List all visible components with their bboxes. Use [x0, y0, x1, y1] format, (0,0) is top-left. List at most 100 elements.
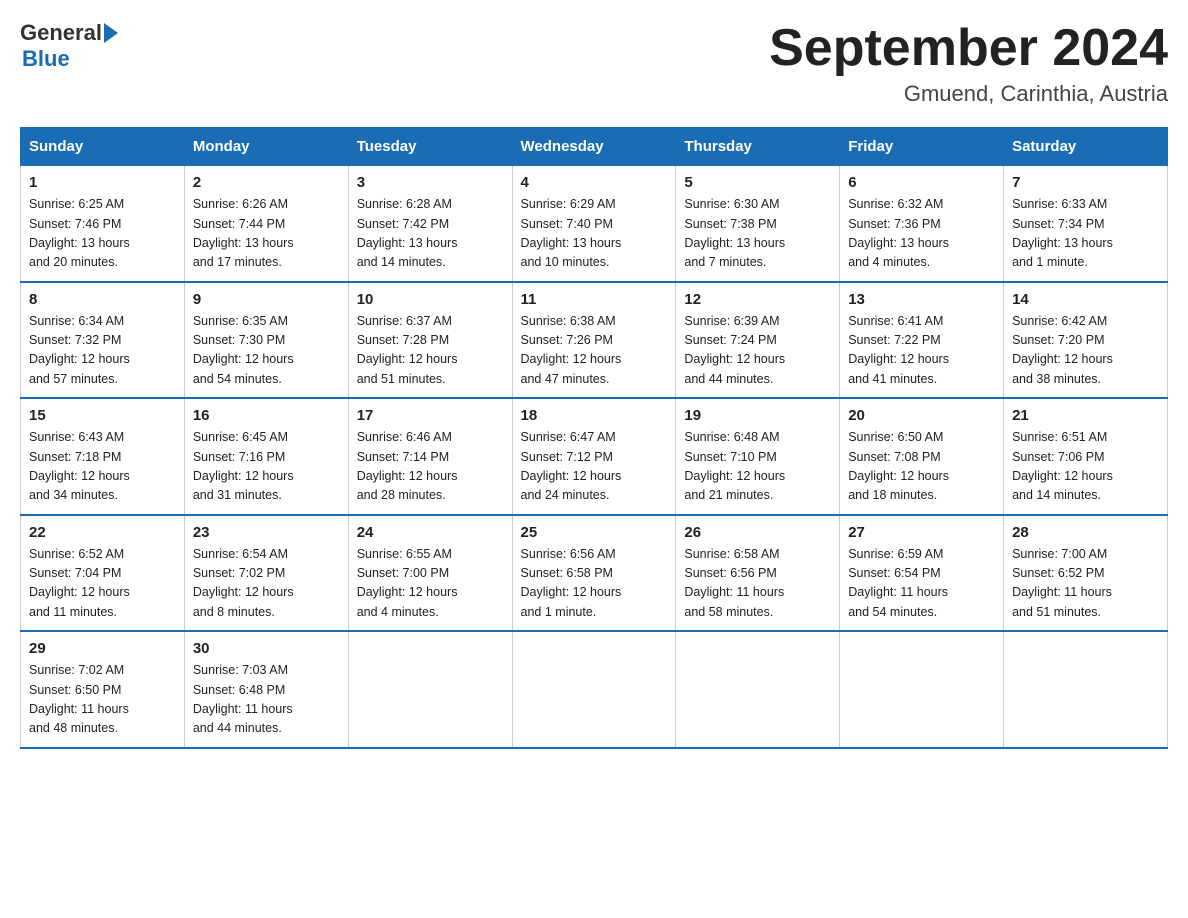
- day-number: 7: [1012, 174, 1159, 191]
- logo-general-text: General: [20, 20, 102, 46]
- weekday-header-tuesday: Tuesday: [348, 128, 512, 166]
- weekday-header-saturday: Saturday: [1004, 128, 1168, 166]
- day-cell: 5Sunrise: 6:30 AMSunset: 7:38 PMDaylight…: [676, 166, 840, 282]
- day-cell: 21Sunrise: 6:51 AMSunset: 7:06 PMDayligh…: [1004, 398, 1168, 515]
- day-number: 16: [193, 407, 340, 424]
- day-number: 15: [29, 407, 176, 424]
- week-row-5: 29 Sunrise: 7:02 AMSunset: 6:50 PMDayligh…: [21, 631, 1168, 748]
- day-cell: 10Sunrise: 6:37 AMSunset: 7:28 PMDayligh…: [348, 282, 512, 399]
- day-number: 14: [1012, 291, 1159, 308]
- day-number: 4: [521, 174, 668, 191]
- day-info: Sunrise: 6:39 AMSunset: 7:24 PMDaylight:…: [684, 312, 831, 390]
- day-info: Sunrise: 6:33 AMSunset: 7:34 PMDaylight:…: [1012, 195, 1159, 273]
- day-info: Sunrise: 6:48 AMSunset: 7:10 PMDaylight:…: [684, 428, 831, 506]
- logo-blue-text: Blue: [22, 46, 118, 72]
- day-number: 28: [1012, 524, 1159, 541]
- day-info: Sunrise: 6:28 AMSunset: 7:42 PMDaylight:…: [357, 195, 504, 273]
- day-cell: 27 Sunrise: 6:59 AMSunset: 6:54 PMDayligh…: [840, 515, 1004, 632]
- calendar-table: SundayMondayTuesdayWednesdayThursdayFrid…: [20, 127, 1168, 749]
- day-number: 21: [1012, 407, 1159, 424]
- day-cell: 19 Sunrise: 6:48 AMSunset: 7:10 PMDayligh…: [676, 398, 840, 515]
- day-info: Sunrise: 6:56 AMSunset: 6:58 PMDaylight:…: [521, 545, 668, 623]
- day-number: 12: [684, 291, 831, 308]
- day-cell: 14 Sunrise: 6:42 AMSunset: 7:20 PMDayligh…: [1004, 282, 1168, 399]
- weekday-header-row: SundayMondayTuesdayWednesdayThursdayFrid…: [21, 128, 1168, 166]
- day-info: Sunrise: 6:25 AMSunset: 7:46 PMDaylight:…: [29, 195, 176, 273]
- page-header: General Blue September 2024 Gmuend, Cari…: [20, 20, 1168, 107]
- day-cell: 30Sunrise: 7:03 AMSunset: 6:48 PMDayligh…: [184, 631, 348, 748]
- day-cell: [348, 631, 512, 748]
- day-number: 19: [684, 407, 831, 424]
- day-cell: 13 Sunrise: 6:41 AMSunset: 7:22 PMDayligh…: [840, 282, 1004, 399]
- day-cell: 25 Sunrise: 6:56 AMSunset: 6:58 PMDayligh…: [512, 515, 676, 632]
- day-cell: 4 Sunrise: 6:29 AMSunset: 7:40 PMDaylight…: [512, 166, 676, 282]
- day-number: 5: [684, 174, 831, 191]
- day-info: Sunrise: 6:54 AMSunset: 7:02 PMDaylight:…: [193, 545, 340, 623]
- day-number: 9: [193, 291, 340, 308]
- day-number: 26: [684, 524, 831, 541]
- day-cell: 15 Sunrise: 6:43 AMSunset: 7:18 PMDayligh…: [21, 398, 185, 515]
- day-info: Sunrise: 6:55 AMSunset: 7:00 PMDaylight:…: [357, 545, 504, 623]
- day-number: 18: [521, 407, 668, 424]
- day-info: Sunrise: 6:43 AMSunset: 7:18 PMDaylight:…: [29, 428, 176, 506]
- day-number: 24: [357, 524, 504, 541]
- day-cell: 11Sunrise: 6:38 AMSunset: 7:26 PMDayligh…: [512, 282, 676, 399]
- day-info: Sunrise: 7:00 AMSunset: 6:52 PMDaylight:…: [1012, 545, 1159, 623]
- day-info: Sunrise: 6:45 AMSunset: 7:16 PMDaylight:…: [193, 428, 340, 506]
- weekday-header-monday: Monday: [184, 128, 348, 166]
- day-cell: 6Sunrise: 6:32 AMSunset: 7:36 PMDaylight…: [840, 166, 1004, 282]
- day-cell: [840, 631, 1004, 748]
- day-number: 8: [29, 291, 176, 308]
- day-info: Sunrise: 6:52 AMSunset: 7:04 PMDaylight:…: [29, 545, 176, 623]
- weekday-header-friday: Friday: [840, 128, 1004, 166]
- week-row-4: 22 Sunrise: 6:52 AMSunset: 7:04 PMDayligh…: [21, 515, 1168, 632]
- day-info: Sunrise: 6:41 AMSunset: 7:22 PMDaylight:…: [848, 312, 995, 390]
- day-info: Sunrise: 6:58 AMSunset: 6:56 PMDaylight:…: [684, 545, 831, 623]
- day-info: Sunrise: 6:32 AMSunset: 7:36 PMDaylight:…: [848, 195, 995, 273]
- day-cell: 1 Sunrise: 6:25 AMSunset: 7:46 PMDaylight…: [21, 166, 185, 282]
- day-number: 17: [357, 407, 504, 424]
- day-info: Sunrise: 6:50 AMSunset: 7:08 PMDaylight:…: [848, 428, 995, 506]
- day-cell: 16 Sunrise: 6:45 AMSunset: 7:16 PMDayligh…: [184, 398, 348, 515]
- day-info: Sunrise: 6:59 AMSunset: 6:54 PMDaylight:…: [848, 545, 995, 623]
- weekday-header-thursday: Thursday: [676, 128, 840, 166]
- day-cell: 3Sunrise: 6:28 AMSunset: 7:42 PMDaylight…: [348, 166, 512, 282]
- day-number: 25: [521, 524, 668, 541]
- month-title: September 2024: [769, 20, 1168, 77]
- day-cell: 8 Sunrise: 6:34 AMSunset: 7:32 PMDaylight…: [21, 282, 185, 399]
- day-info: Sunrise: 6:42 AMSunset: 7:20 PMDaylight:…: [1012, 312, 1159, 390]
- day-info: Sunrise: 6:26 AMSunset: 7:44 PMDaylight:…: [193, 195, 340, 273]
- weekday-header-wednesday: Wednesday: [512, 128, 676, 166]
- day-cell: [1004, 631, 1168, 748]
- weekday-header-sunday: Sunday: [21, 128, 185, 166]
- day-number: 1: [29, 174, 176, 191]
- logo-arrow-icon: [104, 23, 118, 43]
- day-number: 29: [29, 640, 176, 657]
- day-cell: [676, 631, 840, 748]
- day-cell: 24 Sunrise: 6:55 AMSunset: 7:00 PMDayligh…: [348, 515, 512, 632]
- day-number: 13: [848, 291, 995, 308]
- day-number: 23: [193, 524, 340, 541]
- day-info: Sunrise: 6:38 AMSunset: 7:26 PMDaylight:…: [521, 312, 668, 390]
- day-cell: 28 Sunrise: 7:00 AMSunset: 6:52 PMDayligh…: [1004, 515, 1168, 632]
- day-info: Sunrise: 6:34 AMSunset: 7:32 PMDaylight:…: [29, 312, 176, 390]
- day-cell: 26 Sunrise: 6:58 AMSunset: 6:56 PMDayligh…: [676, 515, 840, 632]
- day-info: Sunrise: 7:03 AMSunset: 6:48 PMDaylight:…: [193, 661, 340, 739]
- title-block: September 2024 Gmuend, Carinthia, Austri…: [769, 20, 1168, 107]
- day-info: Sunrise: 7:02 AMSunset: 6:50 PMDaylight:…: [29, 661, 176, 739]
- day-cell: 20Sunrise: 6:50 AMSunset: 7:08 PMDayligh…: [840, 398, 1004, 515]
- day-cell: 12 Sunrise: 6:39 AMSunset: 7:24 PMDayligh…: [676, 282, 840, 399]
- logo: General Blue: [20, 20, 118, 72]
- day-number: 2: [193, 174, 340, 191]
- week-row-1: 1 Sunrise: 6:25 AMSunset: 7:46 PMDaylight…: [21, 166, 1168, 282]
- day-cell: 9 Sunrise: 6:35 AMSunset: 7:30 PMDaylight…: [184, 282, 348, 399]
- day-info: Sunrise: 6:37 AMSunset: 7:28 PMDaylight:…: [357, 312, 504, 390]
- day-cell: 2 Sunrise: 6:26 AMSunset: 7:44 PMDaylight…: [184, 166, 348, 282]
- day-info: Sunrise: 6:29 AMSunset: 7:40 PMDaylight:…: [521, 195, 668, 273]
- day-cell: [512, 631, 676, 748]
- day-number: 27: [848, 524, 995, 541]
- week-row-3: 15 Sunrise: 6:43 AMSunset: 7:18 PMDayligh…: [21, 398, 1168, 515]
- day-info: Sunrise: 6:47 AMSunset: 7:12 PMDaylight:…: [521, 428, 668, 506]
- day-number: 22: [29, 524, 176, 541]
- day-info: Sunrise: 6:35 AMSunset: 7:30 PMDaylight:…: [193, 312, 340, 390]
